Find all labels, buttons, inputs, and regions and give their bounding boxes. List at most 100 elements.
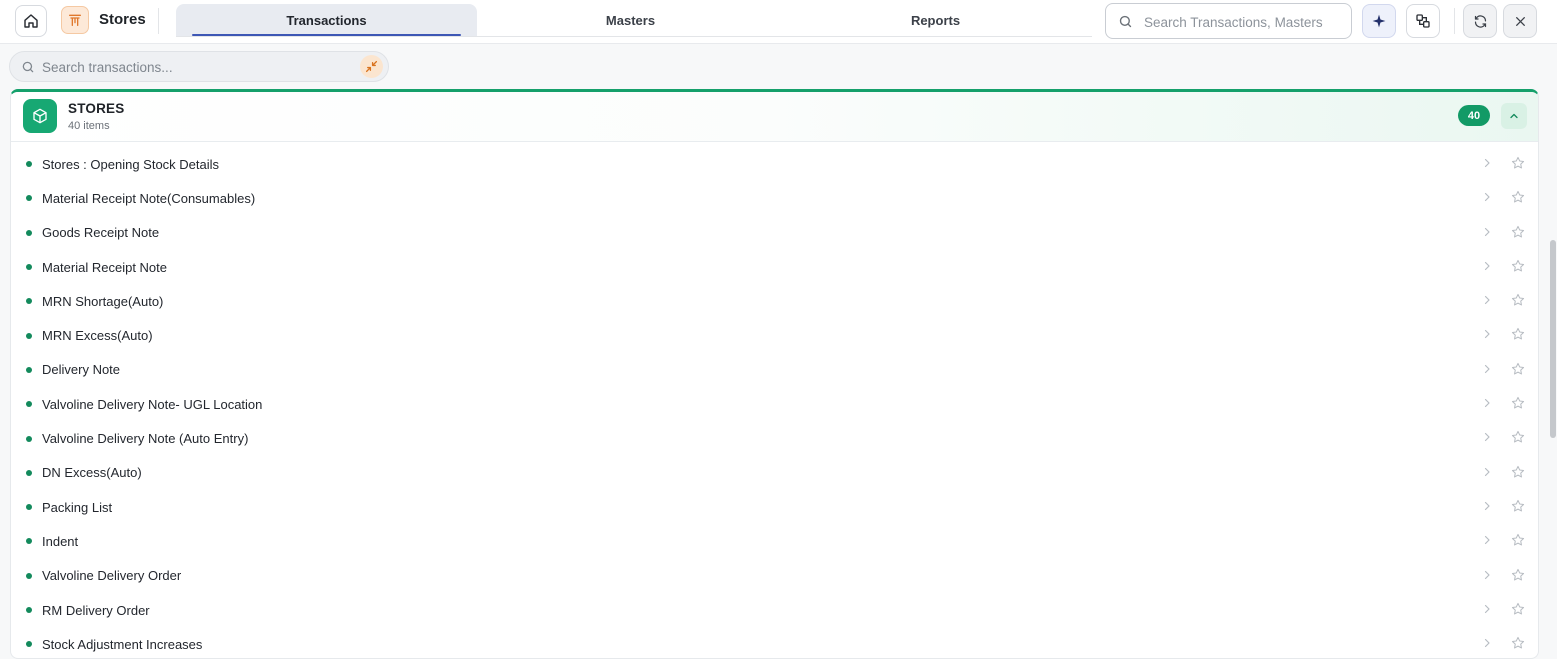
divider [158, 8, 159, 34]
cube-icon [33, 108, 47, 124]
list-item-label: Packing List [42, 499, 113, 515]
star-icon[interactable] [1511, 396, 1525, 410]
chevron-right-icon[interactable] [1481, 226, 1493, 238]
bullet-dot [26, 298, 32, 305]
chevron-right-icon[interactable] [1481, 328, 1493, 340]
sparkle-icon [1372, 14, 1386, 28]
list-item[interactable]: Valvoline Delivery Note (Auto Entry) [11, 421, 1538, 455]
star-icon[interactable] [1511, 465, 1525, 479]
list-item[interactable]: Stock Adjustment Increases [11, 627, 1538, 658]
chevron-right-icon[interactable] [1481, 466, 1493, 478]
shapes-icon [1416, 14, 1430, 28]
list-item-label: MRN Excess(Auto) [42, 328, 153, 344]
bullet-dot [26, 366, 32, 373]
bullet-dot [26, 641, 32, 648]
stores-section-panel: STORES 40 items 40 Stores : Opening Stoc… [10, 89, 1539, 659]
star-icon[interactable] [1511, 430, 1525, 444]
bullet-dot [26, 469, 32, 476]
chevron-right-icon[interactable] [1481, 569, 1493, 581]
section-header[interactable]: STORES 40 items 40 [11, 92, 1538, 142]
chevron-right-icon[interactable] [1481, 397, 1493, 409]
star-icon[interactable] [1511, 568, 1525, 582]
collapse-all-button[interactable] [360, 55, 383, 78]
collapse-section-button[interactable] [1501, 103, 1527, 129]
list-item[interactable]: DN Excess(Auto) [11, 456, 1538, 490]
list-item[interactable]: Indent [11, 524, 1538, 558]
star-icon[interactable] [1511, 499, 1525, 513]
list-item[interactable]: Delivery Note [11, 353, 1538, 387]
chevron-right-icon[interactable] [1481, 157, 1493, 169]
list-item[interactable]: Valvoline Delivery Order [11, 559, 1538, 593]
transactions-search-input[interactable] [42, 58, 352, 76]
stores-app-icon [61, 6, 89, 34]
list-item[interactable]: Valvoline Delivery Note- UGL Location [11, 387, 1538, 421]
list-item[interactable]: MRN Excess(Auto) [11, 318, 1538, 352]
list-item-label: Valvoline Delivery Order [42, 568, 182, 584]
chevron-right-icon[interactable] [1481, 191, 1493, 203]
close-icon [1515, 16, 1525, 26]
list-item[interactable]: Stores : Opening Stock Details [11, 147, 1538, 181]
close-button[interactable] [1503, 4, 1537, 38]
tab-masters[interactable]: Masters [480, 4, 781, 36]
bullet-dot [26, 195, 32, 202]
refresh-icon [1474, 14, 1486, 28]
transaction-list: Stores : Opening Stock Details Material R… [11, 147, 1538, 658]
top-bar: Stores Transactions Masters Reports [0, 0, 1557, 44]
bullet-dot [26, 504, 32, 511]
chevron-right-icon[interactable] [1481, 637, 1493, 649]
list-item-label: Indent [42, 533, 79, 549]
list-item[interactable]: RM Delivery Order [11, 593, 1538, 627]
chevron-right-icon[interactable] [1481, 603, 1493, 615]
list-item-label: RM Delivery Order [42, 602, 150, 618]
section-item-count: 40 items [68, 120, 110, 132]
star-icon[interactable] [1511, 636, 1525, 650]
transactions-search-box [9, 51, 389, 82]
count-badge: 40 [1458, 105, 1490, 126]
chevron-right-icon[interactable] [1481, 534, 1493, 546]
refresh-button[interactable] [1463, 4, 1497, 38]
list-item[interactable]: Packing List [11, 490, 1538, 524]
list-item-label: MRN Shortage(Auto) [42, 293, 164, 309]
section-title: STORES [68, 101, 125, 116]
list-item-label: DN Excess(Auto) [42, 465, 142, 481]
star-icon[interactable] [1511, 225, 1525, 239]
list-item[interactable]: MRN Shortage(Auto) [11, 284, 1538, 318]
list-item[interactable]: Material Receipt Note(Consumables) [11, 181, 1538, 215]
star-icon[interactable] [1511, 190, 1525, 204]
chevron-right-icon[interactable] [1481, 500, 1493, 512]
list-item-label: Valvoline Delivery Note- UGL Location [42, 396, 263, 412]
scrollbar-thumb[interactable] [1550, 240, 1556, 438]
list-item[interactable]: Goods Receipt Note [11, 216, 1538, 250]
tab-reports[interactable]: Reports [785, 4, 1086, 36]
list-item-label: Delivery Note [42, 362, 121, 378]
bullet-dot [26, 161, 32, 168]
chevron-right-icon[interactable] [1481, 431, 1493, 443]
list-item-label: Stores : Opening Stock Details [42, 156, 220, 172]
search-icon [22, 61, 34, 73]
chevron-right-icon[interactable] [1481, 363, 1493, 375]
divider [1454, 8, 1455, 34]
list-item-label: Stock Adjustment Increases [42, 636, 203, 652]
bullet-dot [26, 538, 32, 545]
ai-sparkle-button[interactable] [1362, 4, 1396, 38]
bullet-dot [26, 607, 32, 613]
list-item[interactable]: Material Receipt Note [11, 250, 1538, 284]
star-icon[interactable] [1511, 259, 1525, 273]
star-icon[interactable] [1511, 362, 1525, 376]
star-icon[interactable] [1511, 293, 1525, 307]
chevron-right-icon[interactable] [1481, 294, 1493, 306]
bullet-dot [26, 401, 32, 408]
star-icon[interactable] [1511, 327, 1525, 341]
bullet-dot [26, 264, 32, 271]
star-icon[interactable] [1511, 156, 1525, 170]
home-button[interactable] [15, 5, 47, 37]
chevron-right-icon[interactable] [1481, 260, 1493, 272]
home-icon [24, 14, 38, 28]
switch-view-button[interactable] [1406, 4, 1440, 38]
global-search-input[interactable] [1144, 12, 1344, 32]
list-item-label: Material Receipt Note [42, 259, 167, 275]
tab-bar: Transactions Masters Reports [176, 4, 1092, 37]
star-icon[interactable] [1511, 602, 1525, 616]
star-icon[interactable] [1511, 533, 1525, 547]
tab-transactions[interactable]: Transactions [176, 4, 477, 36]
